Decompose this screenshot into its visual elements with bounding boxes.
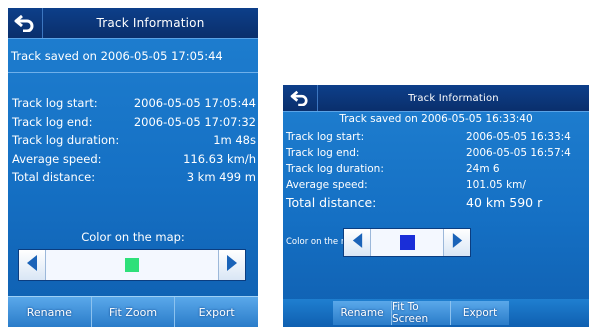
next-color-button[interactable] [218, 250, 245, 280]
row-label: Average speed: [12, 151, 102, 166]
page-title: Track Information [96, 16, 205, 30]
color-swatch [125, 258, 139, 272]
back-button[interactable] [8, 8, 43, 38]
next-color-button[interactable] [443, 229, 470, 256]
title-bar: Track Information [8, 8, 258, 39]
back-arrow-icon [290, 90, 310, 106]
back-arrow-icon [14, 14, 36, 32]
back-button[interactable] [283, 85, 318, 111]
row-value: 40 km 590 r [466, 195, 543, 210]
row-value: 2006-05-05 16:33:4 [466, 131, 571, 143]
arrow-right-icon [451, 232, 464, 253]
row-value: 3 km 499 m [186, 170, 256, 184]
row-value: 24m 6 [466, 163, 500, 175]
track-saved-text: Track saved on 2006-05-05 17:05:44 [8, 45, 258, 73]
arrow-left-icon [25, 254, 39, 276]
rename-button[interactable]: Rename [8, 297, 92, 327]
row-value: 2006-05-05 17:07:32 [133, 114, 256, 129]
export-button[interactable]: Export [451, 301, 509, 325]
fit-to-screen-button[interactable]: Fit To Screen [392, 301, 451, 325]
row-label: Track log duration: [12, 133, 120, 147]
track-log-duration-row: Track log duration: 1m 48s [12, 133, 256, 152]
bottom-toolbar: Rename Fit To Screen Export [333, 301, 509, 325]
color-selector [343, 228, 471, 257]
track-log-start-row: Track log start: 2006-05-05 16:33:4 [286, 131, 589, 147]
export-button[interactable]: Export [175, 297, 258, 327]
track-log-end-row: Track log end: 2006-05-05 16:57:4 [286, 147, 589, 163]
track-info-screen-left: Track Information Track saved on 2006-05… [8, 8, 258, 327]
track-info-screen-right: Track Information Track saved on 2006-05… [283, 85, 589, 327]
track-saved-text: Track saved on 2006-05-05 16:33:40 [339, 113, 533, 125]
average-speed-row: Average speed: 101.05 km/ [286, 179, 589, 195]
arrow-left-icon [351, 232, 364, 253]
track-info-list: Track log start: 2006-05-05 17:05:44 Tra… [8, 96, 258, 189]
average-speed-row: Average speed: 116.63 km/h [12, 152, 256, 171]
row-value: 2006-05-05 17:05:44 [133, 96, 256, 110]
total-distance-row: Total distance: 3 km 499 m [12, 170, 256, 189]
row-label: Track log start: [12, 96, 98, 110]
track-log-end-row: Track log end: 2006-05-05 17:07:32 [12, 115, 256, 134]
bottom-toolbar: Rename Fit Zoom Export [8, 296, 258, 327]
row-label: Total distance: [286, 195, 377, 210]
previous-color-button[interactable] [19, 250, 46, 280]
row-label: Track log end: [12, 114, 93, 129]
total-distance-row: Total distance: 40 km 590 r [286, 195, 589, 215]
page-title: Track Information [408, 92, 499, 104]
row-value: 116.63 km/h [183, 151, 256, 166]
arrow-right-icon [225, 254, 239, 276]
color-swatch [400, 235, 415, 250]
row-label: Track log end: [286, 147, 360, 159]
row-label: Track log start: [286, 131, 365, 143]
track-log-start-row: Track log start: 2006-05-05 17:05:44 [12, 96, 256, 115]
track-log-duration-row: Track log duration: 24m 6 [286, 163, 589, 179]
track-info-list: Track log start: 2006-05-05 16:33:4 Trac… [283, 131, 589, 215]
row-value: 101.05 km/ [466, 179, 526, 191]
fit-zoom-button[interactable]: Fit Zoom [92, 297, 176, 327]
row-label: Total distance: [12, 170, 96, 184]
row-label: Track log duration: [286, 163, 384, 175]
row-value: 2006-05-05 16:57:4 [466, 147, 571, 159]
row-value: 1m 48s [213, 133, 256, 147]
title-bar: Track Information [283, 85, 589, 112]
previous-color-button[interactable] [344, 229, 371, 256]
color-selector [18, 249, 246, 281]
row-label: Average speed: [286, 179, 368, 191]
rename-button[interactable]: Rename [333, 301, 392, 325]
color-on-map-label: Color on the map: [81, 230, 185, 244]
